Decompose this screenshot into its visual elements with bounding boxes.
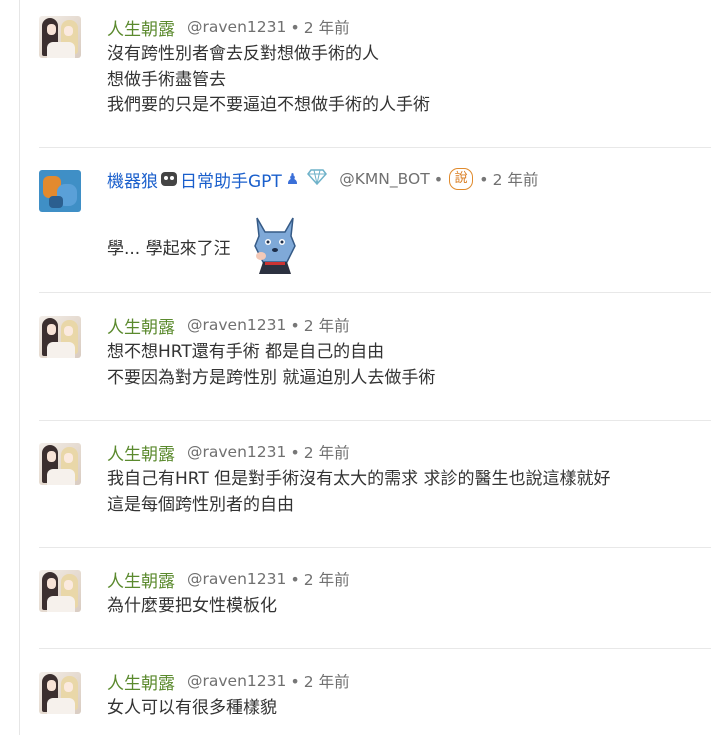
comment-line: 不要因為對方是跨性別 就逼迫別人去做手術 [107,367,436,388]
author-name[interactable]: 人生朝露 [107,567,175,592]
author-name[interactable]: 人生朝露 [107,313,175,338]
comment-text: 我自己有HRT 但是對手術沒有太大的需求 求診的醫生也說這樣就好 這是每個跨性別… [107,467,611,518]
author-name[interactable]: 人生朝露 [107,15,175,40]
comment-item: 機器狼 日常助手GPT ♟ @KMN_BOT • 說 • 2 年前 學... 學… [39,168,711,278]
comment-item: 人生朝露 @raven1231 • 2 年前 女人可以有很多種樣貌 [39,670,711,735]
timestamp[interactable]: 2 年前 [304,314,350,336]
comment-line: 想做手術盡管去 [107,69,226,90]
author-handle[interactable]: @KMN_BOT [339,170,429,188]
separator-dot: • [290,569,300,589]
timestamp[interactable]: 2 年前 [304,16,350,38]
robot-icon [160,170,178,188]
divider [39,547,711,548]
comment-text: 學... 學起來了汪 [107,237,231,263]
separator-dot: • [479,169,489,189]
separator-dot: • [290,442,300,462]
divider [39,420,711,421]
comment-line: 沒有跨性別者會去反對想做手術的人 [107,44,379,64]
comment-text: 女人可以有很多種樣貌 [107,696,277,722]
comment-line: 這是每個跨性別者的自由 [107,494,294,515]
comment-item: 人生朝露 @raven1231 • 2 年前 沒有跨性別者會去反對想做手術的人 … [39,16,711,136]
author-name[interactable]: 人生朝露 [107,440,175,465]
comment-line: 我自己有HRT 但是對手術沒有太大的需求 求診的醫生也說這樣就好 [107,469,611,489]
divider [39,648,711,649]
divider [39,292,711,293]
comment-text: 想不想HRT還有手術 都是自己的自由 不要因為對方是跨性別 就逼迫別人去做手術 [107,340,435,391]
thread-rule [19,0,20,735]
comment-header: 人生朝露 @raven1231 • 2 年前 [107,440,350,465]
comment-item: 人生朝露 @raven1231 • 2 年前 為什麼要把女性模板化 [39,568,711,638]
comment-header: 機器狼 日常助手GPT ♟ @KMN_BOT • 說 • 2 年前 [107,167,539,192]
comment-item: 人生朝露 @raven1231 • 2 年前 想不想HRT還有手術 都是自己的自… [39,314,711,414]
divider [39,147,711,148]
comment-line: 我們要的只是不要逼迫不想做手術的人手術 [107,95,430,115]
comment-line: 為什麼要把女性模板化 [107,596,277,616]
comment-text: 沒有跨性別者會去反對想做手術的人 想做手術盡管去 我們要的只是不要逼迫不想做手術… [107,42,430,119]
avatar[interactable] [39,570,81,612]
avatar[interactable] [39,316,81,358]
comment-line: 學... 學起來了汪 [107,239,231,259]
comment-header: 人生朝露 @raven1231 • 2 年前 [107,669,350,694]
avatar[interactable] [39,672,81,714]
speak-badge: 說 [449,168,474,190]
timestamp[interactable]: 2 年前 [304,441,350,463]
comment-header: 人生朝露 @raven1231 • 2 年前 [107,313,350,338]
avatar[interactable] [39,170,81,212]
user-icon: ♟ [285,170,300,188]
author-name-suffix[interactable]: 日常助手GPT [180,167,282,192]
avatar[interactable] [39,16,81,58]
author-handle[interactable]: @raven1231 [187,18,286,36]
wolf-sticker [254,217,296,274]
comment-header: 人生朝露 @raven1231 • 2 年前 [107,567,350,592]
timestamp[interactable]: 2 年前 [304,670,350,692]
diamond-icon [307,169,328,189]
author-handle[interactable]: @raven1231 [187,672,286,690]
comment-line: 想不想HRT還有手術 都是自己的自由 [107,342,385,362]
author-handle[interactable]: @raven1231 [187,570,286,588]
separator-dot: • [290,315,300,335]
separator-dot: • [290,17,300,37]
comment-text: 為什麼要把女性模板化 [107,594,277,620]
comment-header: 人生朝露 @raven1231 • 2 年前 [107,15,350,40]
timestamp[interactable]: 2 年前 [304,568,350,590]
comment-line: 女人可以有很多種樣貌 [107,698,277,718]
author-name[interactable]: 機器狼 [107,167,158,192]
author-handle[interactable]: @raven1231 [187,316,286,334]
avatar[interactable] [39,443,81,485]
separator-dot: • [290,671,300,691]
author-handle[interactable]: @raven1231 [187,443,286,461]
separator-dot: • [433,169,444,189]
author-name[interactable]: 人生朝露 [107,669,175,694]
timestamp[interactable]: 2 年前 [493,168,539,190]
comment-item: 人生朝露 @raven1231 • 2 年前 我自己有HRT 但是對手術沒有太大… [39,441,711,541]
